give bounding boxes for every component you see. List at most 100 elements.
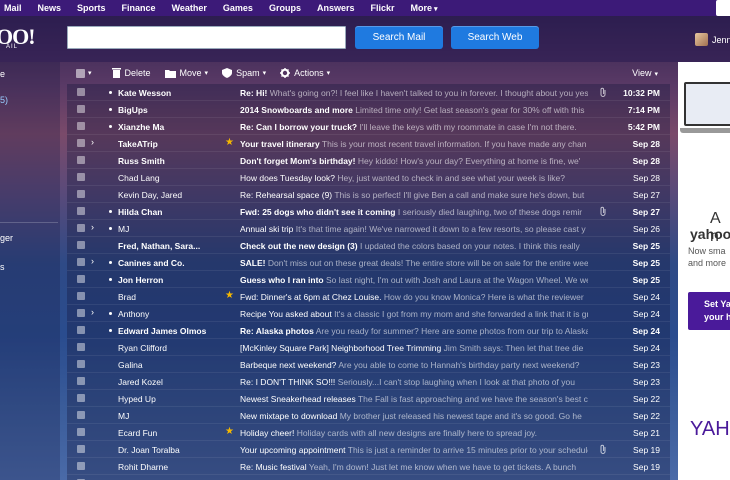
message-row[interactable]: Ecard Fun ★ Holiday cheer! Holiday cards w… [67,424,670,441]
ad-cta-button[interactable]: Set Ya your ho [688,292,730,330]
nav-more[interactable]: More ▾ [403,3,446,13]
message-sender: TakeATrip [118,139,158,149]
star-icon[interactable]: ★ [225,290,234,301]
unread-dot-icon[interactable] [109,227,112,230]
message-row[interactable]: BigUps 2014 Snowboards and more Limited t… [67,101,670,118]
row-checkbox[interactable] [77,445,85,453]
nav-games[interactable]: Games [215,3,261,13]
unread-dot-icon[interactable] [109,125,112,128]
message-row[interactable]: › Canines and Co. SALE! Don't miss out on … [67,254,670,271]
unread-dot-icon[interactable] [109,329,112,332]
message-sender: Canines and Co. [118,258,185,268]
search-web-button[interactable]: Search Web [451,26,539,49]
message-row[interactable]: › MJ Annual ski trip It's that time again!… [67,220,670,237]
message-row[interactable]: › Anthony Recipe You asked about It's a cl… [67,305,670,322]
row-checkbox[interactable] [77,428,85,436]
star-icon[interactable]: ★ [225,137,234,148]
row-checkbox[interactable] [77,190,85,198]
message-row[interactable]: Hilda Chan Fwd: 25 dogs who didn't see it… [67,203,670,220]
row-checkbox[interactable] [77,122,85,130]
row-checkbox[interactable] [77,292,85,300]
expand-chevron-icon[interactable]: › [91,222,94,232]
row-checkbox[interactable] [77,207,85,215]
row-checkbox[interactable] [77,360,85,368]
row-checkbox[interactable] [77,275,85,283]
row-checkbox[interactable] [77,173,85,181]
sidebar-item-messenger[interactable]: ger [0,233,60,243]
unread-dot-icon[interactable] [109,210,112,213]
message-subject-line: Re: I DON'T THINK SO!!! Seriously...I ca… [240,377,588,387]
nav-finance[interactable]: Finance [114,3,164,13]
star-icon[interactable]: ★ [225,426,234,437]
message-row[interactable]: Hyped Up Newest Sneakerhead releases The … [67,390,670,407]
unread-dot-icon[interactable] [109,261,112,264]
message-row[interactable]: Xianzhe Ma Re: Can I borrow your truck? I… [67,118,670,135]
message-row[interactable]: Kevin Day, Jared Re: Rehearsal space (9) … [67,186,670,203]
row-checkbox[interactable] [77,139,85,147]
nav-mail[interactable]: Mail [0,3,30,13]
expand-chevron-icon[interactable]: › [91,307,94,317]
row-checkbox[interactable] [77,462,85,470]
sidebar-item-folders[interactable]: s [0,262,60,272]
nav-weather[interactable]: Weather [164,3,215,13]
message-subject: [McKinley Square Park] Neighborhood Tree… [240,343,442,353]
row-checkbox[interactable] [77,258,85,266]
nav-answers[interactable]: Answers [309,3,363,13]
actions-button[interactable]: Actions ▾ [280,68,330,78]
message-date: Sep 26 [633,224,660,234]
message-row[interactable]: Kate Wesson Re: Hi! What's going on?! I f… [67,84,670,101]
nav-sports[interactable]: Sports [69,3,114,13]
message-subject: Fwd: Dinner's at 6pm at Chez Louise. [240,292,382,302]
message-row[interactable]: Edward James Olmos Re: Alaska photos Are … [67,322,670,339]
row-checkbox[interactable] [77,394,85,402]
nav-news[interactable]: News [30,3,70,13]
expand-chevron-icon[interactable]: › [91,137,94,147]
row-checkbox[interactable] [77,326,85,334]
message-row[interactable]: Brad ★ Fwd: Dinner's at 6pm at Chez Louise… [67,288,670,305]
move-button[interactable]: Move ▾ [164,68,208,78]
message-row[interactable]: Jared Kozel Re: I DON'T THINK SO!!! Serio… [67,373,670,390]
unread-dot-icon[interactable] [109,108,112,111]
spam-button[interactable]: Spam ▾ [222,68,266,78]
row-checkbox[interactable] [77,88,85,96]
nav-groups[interactable]: Groups [261,3,309,13]
row-checkbox[interactable] [77,105,85,113]
message-row[interactable]: Ryan Clifford [McKinley Square Park] Neig… [67,339,670,356]
row-checkbox[interactable] [77,377,85,385]
search-mail-button[interactable]: Search Mail [355,26,443,49]
expand-chevron-icon[interactable]: › [91,256,94,266]
message-row[interactable]: Galina Barbeque next weekend? Are you abl… [67,356,670,373]
search-input[interactable] [67,26,346,49]
user-profile[interactable]: Jenn [695,33,730,46]
message-subject-line: New mixtape to download My brother just … [240,411,588,421]
message-subject: Barbeque next weekend? [240,360,337,370]
chevron-down-icon: ▾ [326,70,331,77]
row-checkbox[interactable] [77,411,85,419]
message-sender: Brad [118,292,136,302]
delete-button[interactable]: Delete [111,68,151,78]
message-row[interactable]: Russ Smith Don't forget Mom's birthday! H… [67,152,670,169]
message-row[interactable]: Bisa JisonHow you doing? Just got your m… [67,475,670,480]
sidebar-item-count[interactable]: 5) [0,95,60,105]
message-row[interactable]: MJ New mixtape to download My brother jus… [67,407,670,424]
row-checkbox[interactable] [77,241,85,249]
message-row[interactable]: Jon Herron Guess who I ran into So last n… [67,271,670,288]
message-row[interactable]: Rohit Dharne Re: Music festival Yeah, I'm… [67,458,670,475]
view-button[interactable]: View ▾ [632,68,658,78]
message-row[interactable]: Fred, Nathan, Sara... Check out the new d… [67,237,670,254]
message-row[interactable]: Dr. Joan Toralba Your upcoming appointmen… [67,441,670,458]
unread-dot-icon[interactable] [109,91,112,94]
unread-dot-icon[interactable] [109,278,112,281]
message-preview: It's that time again! We've narrowed it … [295,224,586,234]
nav-flickr[interactable]: Flickr [363,3,403,13]
top-right-tab[interactable] [716,0,730,16]
row-checkbox[interactable] [77,343,85,351]
unread-dot-icon[interactable] [109,312,112,315]
message-row[interactable]: › TakeATrip ★ Your travel itinerary This is… [67,135,670,152]
row-checkbox[interactable] [77,309,85,317]
sidebar-item-inbox[interactable]: e [0,69,60,79]
row-checkbox[interactable] [77,224,85,232]
row-checkbox[interactable] [77,156,85,164]
message-row[interactable]: Chad Lang How does Tuesday look? Hey, jus… [67,169,670,186]
select-all-checkbox[interactable]: ▾ [76,68,92,78]
